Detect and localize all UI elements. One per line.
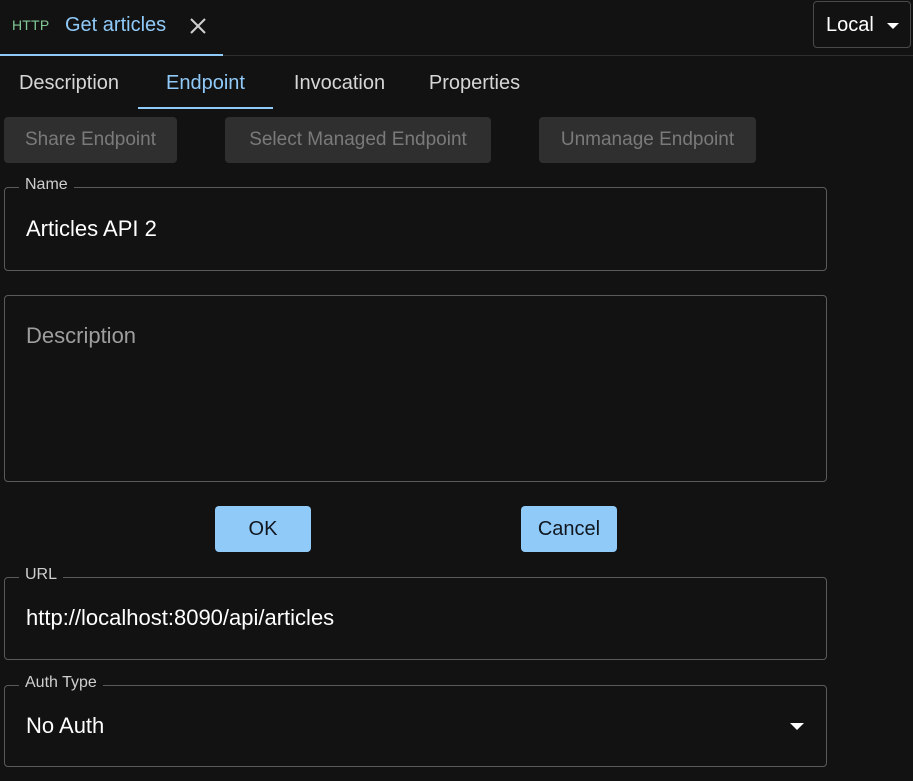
close-icon[interactable] [186,14,210,38]
share-endpoint-button[interactable]: Share Endpoint [4,117,177,163]
tab-label: Endpoint [166,72,245,94]
name-field-value[interactable]: Articles API 2 [26,216,157,242]
http-method-badge: HTTP [12,17,50,33]
description-field-placeholder[interactable]: Description [26,323,136,349]
auth-type-select[interactable]: Auth Type No Auth [4,674,827,767]
ok-button-label: OK [248,517,278,540]
environment-selected-value: Local [826,14,874,36]
select-managed-endpoint-label: Select Managed Endpoint [249,129,467,150]
tab-label: Properties [428,72,521,94]
tab-endpoint[interactable]: Endpoint [138,60,273,109]
unmanage-endpoint-label: Unmanage Endpoint [560,129,735,150]
auth-type-value: No Auth [26,713,105,738]
tab-label: Description [18,72,120,94]
auth-type-label: Auth Type [19,674,103,692]
caret-down-icon[interactable] [790,723,804,730]
tab-properties[interactable]: Properties [406,60,543,109]
request-tab-bar: HTTP Get articles Local [0,0,913,56]
unmanage-endpoint-button[interactable]: Unmanage Endpoint [539,117,756,163]
name-field-label: Name [19,176,74,194]
url-field-value[interactable]: http://localhost:8090/api/articles [26,605,334,631]
request-tab-title[interactable]: Get articles [65,14,166,37]
environment-select[interactable]: Local [813,1,911,48]
description-field[interactable]: Description [4,295,827,482]
url-field[interactable]: URL http://localhost:8090/api/articles [4,566,827,660]
cancel-button[interactable]: Cancel [521,506,617,552]
name-field[interactable]: Name Articles API 2 [4,176,827,271]
endpoint-editor: HTTP Get articles Local Description Endp… [0,0,913,781]
ok-button[interactable]: OK [215,506,311,552]
url-field-label: URL [19,566,64,584]
caret-down-icon [887,23,899,29]
select-managed-endpoint-button[interactable]: Select Managed Endpoint [225,117,491,163]
request-tab[interactable]: HTTP Get articles [0,0,223,56]
cancel-button-label: Cancel [537,517,601,540]
share-endpoint-label: Share Endpoint [25,129,156,150]
tab-invocation[interactable]: Invocation [273,60,406,109]
tab-label: Invocation [293,72,386,94]
tab-description[interactable]: Description [0,60,138,109]
